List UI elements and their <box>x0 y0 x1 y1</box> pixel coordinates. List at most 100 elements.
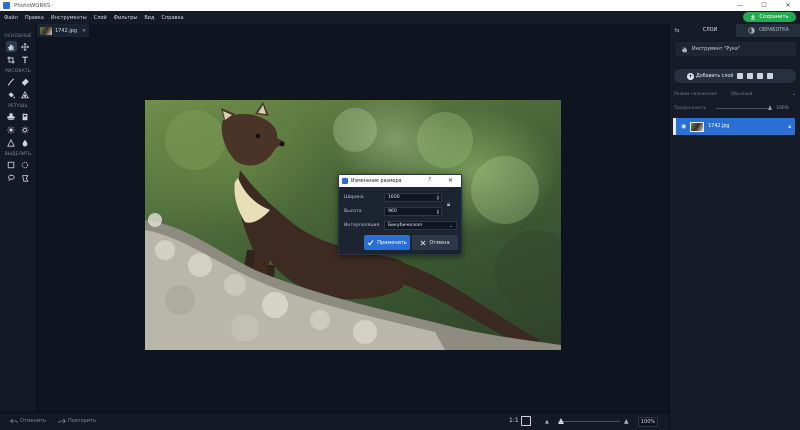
text-tool[interactable] <box>20 54 31 65</box>
brush-tool[interactable] <box>6 76 17 87</box>
menu-filters[interactable]: Фильтры <box>114 15 138 21</box>
blend-mode-row[interactable]: Режим наложения Обычный ⌄ <box>674 91 796 97</box>
document-thumbnail <box>40 26 52 35</box>
blend-mode-label: Режим наложения <box>674 91 717 97</box>
height-field[interactable]: 960 ▲ ▼ <box>384 207 442 216</box>
ellipse-select-icon <box>21 161 29 168</box>
opacity-slider-thumb[interactable] <box>768 105 773 110</box>
tab-layers[interactable]: СЛОИ <box>684 24 736 37</box>
menu-view[interactable]: Вид <box>144 15 154 21</box>
cancel-button[interactable]: Отмена <box>412 235 458 250</box>
active-tool-info: Инструмент "Рука" <box>675 42 796 56</box>
zoom-slider[interactable] <box>558 421 620 422</box>
width-label: Ширина <box>344 195 364 200</box>
redo-icon <box>58 418 66 424</box>
close-tab-icon[interactable]: ✕ <box>82 28 86 34</box>
title-bar: PhotoWORKS — ☐ ✕ <box>0 0 800 11</box>
patch-tool[interactable] <box>20 111 31 122</box>
shape-icon <box>21 90 29 98</box>
duplicate-layer-icon[interactable] <box>757 73 764 79</box>
layer-selected-indicator <box>673 118 676 135</box>
polygon-lasso-tool[interactable] <box>20 172 31 183</box>
polygon-lasso-icon <box>22 174 29 182</box>
cancel-button-label: Отмена <box>429 239 450 246</box>
document-tab[interactable]: 1742.jpg ✕ <box>37 24 89 37</box>
zoom-slider-thumb[interactable] <box>558 418 564 424</box>
zoom-out-icon[interactable]: ▲ <box>545 419 549 425</box>
move-tool[interactable] <box>20 41 31 52</box>
sharpen-tool[interactable] <box>6 137 17 148</box>
section-title-draw: РИСОВАТЬ <box>5 69 31 74</box>
undo-label: Отменить <box>20 418 47 424</box>
layer-name: 1742.jpg <box>708 124 730 129</box>
document-name: 1742.jpg <box>55 27 78 34</box>
visibility-eye-icon[interactable]: ◉ <box>681 123 686 130</box>
stamp-icon <box>7 112 15 120</box>
blur-tool[interactable] <box>20 137 31 148</box>
folder-icon[interactable] <box>747 73 754 79</box>
help-icon[interactable]: ? <box>428 177 431 183</box>
eraser-tool[interactable] <box>20 76 31 87</box>
adjust-icon <box>748 27 755 34</box>
actual-size-button[interactable]: 1:1 <box>509 417 519 424</box>
lighten-tool[interactable] <box>6 124 17 135</box>
menu-file[interactable]: Файл <box>4 15 18 21</box>
width-spinner-icon[interactable]: ▲ ▼ <box>437 195 439 201</box>
height-spinner-icon[interactable]: ▲ ▼ <box>437 209 439 215</box>
add-layer-button[interactable]: + Добавить слой <box>687 72 733 80</box>
layer-lock-icon[interactable]: 🔒︎ <box>788 124 791 130</box>
ellipse-select-tool[interactable] <box>20 159 31 170</box>
width-field[interactable]: 1600 ▲ ▼ <box>384 193 442 202</box>
hand-tool[interactable] <box>5 41 17 52</box>
close-window-button[interactable]: ✕ <box>776 0 800 11</box>
fit-screen-icon[interactable] <box>521 416 531 426</box>
layer-actions-bar: + Добавить слой <box>674 69 796 83</box>
dialog-header: Изменение размера ? ✕ <box>339 175 461 187</box>
tab-processing[interactable]: ОБРАБОТКА <box>736 24 800 37</box>
section-title-basic: ОСНОВНЫЕ <box>4 34 32 39</box>
maximize-button[interactable]: ☐ <box>752 0 776 11</box>
settings-sliders-icon[interactable]: ⇆ <box>670 24 684 37</box>
lasso-tool[interactable] <box>6 172 17 183</box>
text-icon <box>22 56 28 63</box>
menu-tools[interactable]: Инструменты <box>51 15 87 21</box>
plus-icon: + <box>687 72 694 80</box>
interpolation-row: Интерполяция Бикубическая ⌄ <box>344 221 457 230</box>
width-value: 1600 <box>388 195 400 200</box>
crop-tool[interactable] <box>6 54 17 65</box>
menu-edit[interactable]: Правка <box>25 15 44 21</box>
interpolation-select[interactable]: Бикубическая ⌄ <box>384 221 457 230</box>
menu-help[interactable]: Справка <box>162 15 184 21</box>
opacity-slider[interactable] <box>716 105 773 110</box>
eraser-icon <box>21 78 29 86</box>
fill-tool[interactable] <box>6 89 17 100</box>
tab-processing-label: ОБРАБОТКА <box>759 28 789 33</box>
hand-icon <box>7 44 14 50</box>
sharpen-icon <box>7 138 15 147</box>
lock-aspect-icon[interactable]: 🔒︎ <box>447 201 450 209</box>
section-title-select: ВЫДЕЛИТЬ <box>4 152 32 157</box>
interpolation-value: Бикубическая <box>388 223 422 228</box>
zoom-in-icon[interactable]: ▲ <box>624 418 629 425</box>
opacity-value: 100% <box>776 106 789 111</box>
stamp-tool[interactable] <box>6 111 17 122</box>
darken-tool[interactable] <box>20 124 31 135</box>
menu-layer[interactable]: Слой <box>94 15 107 21</box>
delete-layer-icon[interactable] <box>767 73 774 79</box>
undo-button[interactable]: Отменить <box>10 418 46 424</box>
layer-item[interactable]: ◉ 1742.jpg 🔒︎ <box>673 118 795 135</box>
shape-tool[interactable] <box>20 89 31 100</box>
layer-thumbnail <box>690 121 705 132</box>
window-title: PhotoWORKS <box>14 2 51 9</box>
new-image-layer-icon[interactable] <box>737 73 744 79</box>
redo-label: Повторить <box>68 418 97 424</box>
redo-button[interactable]: Повторить <box>58 418 96 424</box>
zoom-value-field[interactable]: 100% <box>638 417 658 427</box>
height-value: 960 <box>388 209 397 214</box>
right-panel: ⇆ СЛОИ ОБРАБОТКА Инструмент "Рука" + Доб… <box>669 24 800 430</box>
apply-button[interactable]: Применить <box>364 235 410 250</box>
rect-select-tool[interactable] <box>6 159 17 170</box>
save-button[interactable]: Сохранить <box>743 12 796 22</box>
minimize-button[interactable]: — <box>728 0 752 11</box>
dialog-close-icon[interactable]: ✕ <box>448 177 453 184</box>
